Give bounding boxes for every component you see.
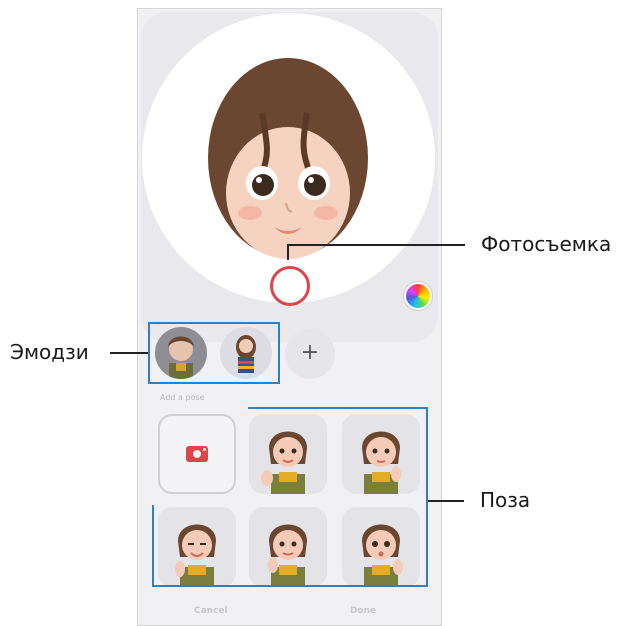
emoji-leader-line bbox=[110, 352, 148, 354]
photo-callout: Фотосъемка bbox=[481, 232, 612, 256]
shutter-button[interactable] bbox=[270, 266, 310, 306]
pose-section-title: Add a pose bbox=[160, 393, 205, 402]
emoji-callout: Эмодзи bbox=[10, 340, 89, 364]
add-emoji-button[interactable]: + bbox=[285, 329, 335, 379]
photo-leader-line bbox=[287, 244, 289, 260]
cancel-button[interactable]: Cancel bbox=[194, 606, 228, 616]
pose-callout: Поза bbox=[480, 488, 531, 512]
camera-icon bbox=[186, 446, 208, 462]
done-button[interactable]: Done bbox=[350, 606, 376, 616]
photo-leader-line bbox=[287, 244, 465, 246]
emoji-highlight-frame bbox=[148, 322, 280, 384]
camera-preview bbox=[141, 12, 438, 342]
capture-pose-tile[interactable] bbox=[158, 414, 236, 494]
pose-leader-line bbox=[428, 500, 464, 502]
color-wheel-icon[interactable] bbox=[404, 282, 432, 310]
